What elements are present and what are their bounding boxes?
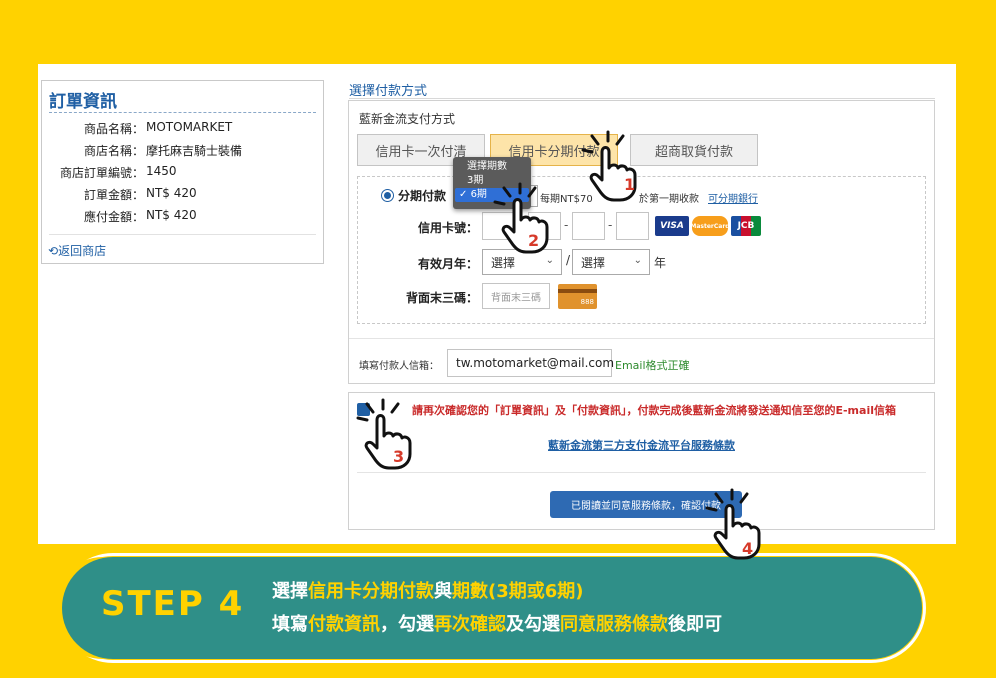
divider [349, 338, 934, 339]
divider [349, 98, 935, 99]
banner-text: 與 [434, 581, 452, 602]
order-row: 訂單金額： NT$ 420 [42, 186, 322, 204]
year-suffix: 年 [654, 256, 667, 270]
order-row: 應付金額： NT$ 420 [42, 208, 322, 226]
banner-text: 後即可 [668, 614, 722, 635]
hand-pointer-icon: 3 [356, 398, 412, 470]
installment-banks-link[interactable]: 可分期銀行 [708, 190, 758, 205]
email-label: 填寫付款人信箱： [359, 361, 439, 372]
step-number: 2 [528, 231, 539, 250]
cvv-label: 背面末三碼： [405, 291, 478, 305]
separator: - [608, 218, 613, 232]
provider-title: 藍新金流支付方式 [359, 112, 456, 126]
hand-pointer-icon: 4 [705, 488, 761, 560]
divider [49, 112, 316, 113]
banner-text: 及勾選 [506, 614, 560, 635]
step-label: STEP 4 [101, 584, 245, 624]
confirm-box: 請再次確認您的「訂單資訊」及「付款資訊」，付款完成後藍新金流將發送通知信至您的E… [348, 392, 935, 530]
order-row: 商店訂單編號： 1450 [42, 164, 322, 182]
order-row-value: NT$ 420 [146, 208, 197, 222]
visa-logo: VISA [655, 216, 689, 236]
order-row-value: NT$ 420 [146, 186, 197, 200]
banner-line-1: 選擇信用卡分期付款與期數(3期或6期) [272, 577, 584, 603]
back-link-label: 返回商店 [58, 244, 107, 258]
terms-link[interactable]: 藍新金流第三方支付金流平台服務條款 [349, 437, 934, 453]
mastercard-logo: MasterCard [690, 216, 730, 236]
divider [49, 234, 316, 235]
banner-highlight: 期數(3期或6期) [452, 581, 584, 602]
hand-pointer-icon: 2 [493, 182, 549, 254]
order-row: 商品名稱： MOTOMARKET [42, 120, 322, 138]
banner-text: 選擇 [272, 581, 308, 602]
order-row-value: 1450 [146, 164, 177, 178]
order-row-label: 商店訂單編號： [59, 166, 144, 180]
card-back-number: 888 [580, 298, 594, 306]
order-row-label: 訂單金額： [83, 188, 144, 202]
payment-method-heading: 選擇付款方式 [349, 84, 428, 99]
card-number-input[interactable] [616, 212, 649, 240]
banner-highlight: 同意服務條款 [560, 614, 668, 635]
order-row-label: 商品名稱： [83, 122, 144, 136]
payment-screenshot: 訂單資訊 商品名稱： MOTOMARKET 商店名稱： 摩托麻吉騎士裝備 商店訂… [38, 64, 956, 560]
order-row-value: MOTOMARKET [146, 120, 233, 134]
chevron-down-icon: ⌄ [545, 255, 554, 266]
back-to-store-link[interactable]: ⟲返回商店 [48, 242, 106, 259]
step-number: 3 [393, 447, 404, 466]
return-arrow-icon: ⟲ [48, 244, 59, 258]
select-value: 選擇 [491, 255, 516, 270]
card-number-input[interactable] [572, 212, 605, 240]
card-back-icon: 888 [558, 284, 597, 309]
order-row-value: 摩托麻吉騎士裝備 [146, 144, 243, 158]
check-icon: ✓ [459, 189, 471, 200]
order-row: 商店名稱： 摩托麻吉騎士裝備 [42, 142, 322, 160]
email-field[interactable]: tw.motomarket@mail.com [447, 349, 614, 377]
step-number: 4 [742, 539, 753, 558]
order-info-title: 訂單資訊 [49, 92, 117, 112]
dropdown-option[interactable]: 選擇期數 [459, 160, 525, 174]
card-number-label: 信用卡號： [417, 221, 478, 235]
jcb-logo: JCB [731, 216, 761, 236]
step-number: 1 [624, 175, 635, 194]
banner-highlight: 付款資訊 [308, 614, 380, 635]
installment-radio[interactable] [381, 189, 394, 202]
chevron-down-icon: ⌄ [633, 255, 642, 266]
hand-pointer-icon: 1 [581, 130, 637, 202]
order-row-label: 應付金額： [83, 210, 144, 224]
order-info-panel: 訂單資訊 商品名稱： MOTOMARKET 商店名稱： 摩托麻吉騎士裝備 商店訂… [41, 80, 324, 264]
select-value: 選擇 [581, 255, 606, 270]
divider [357, 472, 926, 473]
banner-text: 填寫 [272, 614, 308, 635]
cvv-input[interactable]: 背面末三碼 [482, 283, 550, 309]
separator: - [564, 218, 569, 232]
installment-label: 分期付款 [398, 189, 447, 203]
separator: / [566, 253, 571, 267]
confirm-notice: 請再次確認您的「訂單資訊」及「付款資訊」，付款完成後藍新金流將發送通知信至您的E… [411, 404, 896, 417]
banner-highlight: 再次確認 [434, 614, 506, 635]
email-status: Email格式正確 [615, 359, 690, 372]
order-row-label: 商店名稱： [83, 144, 144, 158]
expiry-label: 有效月年： [417, 257, 478, 271]
dropdown-option-label: 6期 [470, 189, 487, 200]
banner-text: ，勾選 [380, 614, 434, 635]
banner-line-2: 填寫付款資訊，勾選再次確認及勾選同意服務條款後即可 [272, 610, 722, 636]
expiry-year-select[interactable]: 選擇 ⌄ [572, 249, 650, 275]
banner-highlight: 信用卡分期付款 [308, 581, 434, 602]
